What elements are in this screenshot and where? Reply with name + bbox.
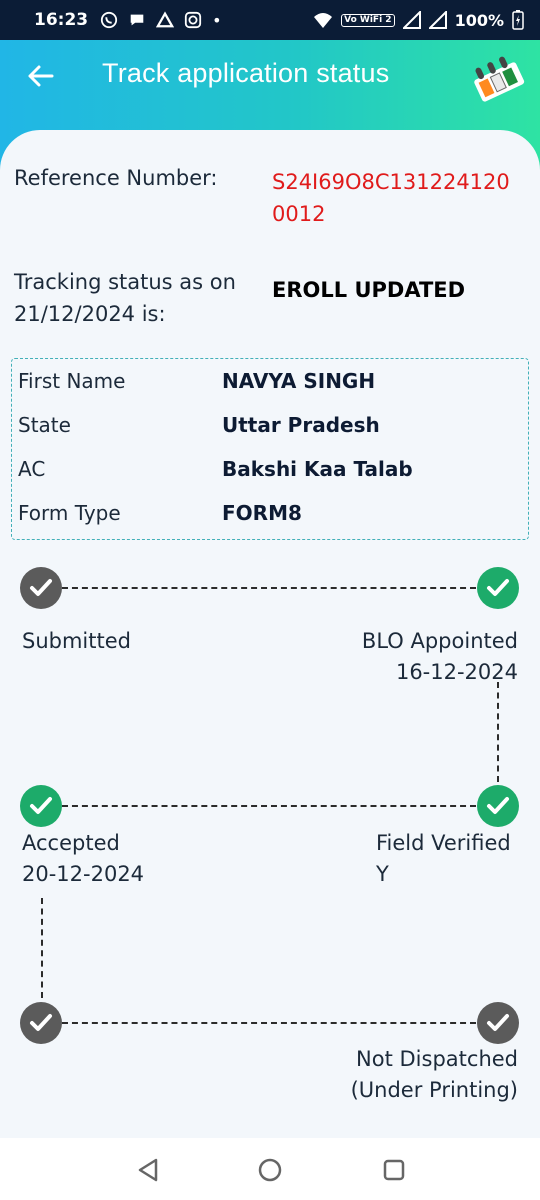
battery-percent: 100% [454, 10, 504, 30]
timeline-node-not-dispatched [477, 1002, 519, 1044]
check-icon [30, 579, 52, 596]
eci-logo-icon [474, 56, 525, 102]
check-icon [487, 1014, 509, 1031]
check-icon [487, 579, 509, 596]
detail-label: State [18, 413, 71, 437]
arrow-left-icon [28, 65, 54, 87]
reference-label: Reference Number: [14, 166, 218, 190]
instagram-icon [185, 11, 202, 29]
timeline-connector [62, 805, 476, 807]
detail-value: FORM8 [222, 501, 302, 525]
home-circle-icon[interactable] [256, 1156, 284, 1184]
timeline-label-accepted: Accepted 20-12-2024 [22, 828, 144, 890]
applicant-details-box: First Name NAVYA SINGH State Uttar Prade… [11, 358, 529, 540]
detail-value: Uttar Pradesh [222, 413, 380, 437]
more-dot-icon: • [212, 10, 222, 30]
app-a-icon [156, 11, 175, 28]
timeline-date: 20-12-2024 [22, 862, 145, 886]
detail-label: AC [18, 457, 46, 481]
timeline-title: BLO Appointed [361, 629, 518, 653]
timeline-label-blo-appointed: BLO Appointed 16-12-2024 [362, 626, 518, 688]
detail-value: Bakshi Kaa Talab [222, 457, 413, 481]
timeline-node-accepted [20, 785, 62, 827]
whatsapp-icon [101, 11, 118, 29]
detail-label: First Name [18, 369, 126, 393]
tracking-status-label: Tracking status as on 21/12/2024 is: [14, 270, 236, 326]
timeline-date: 16-12-2024 [395, 660, 518, 684]
status-bar: 16:23 • Vo WiFi 2 100% [0, 0, 540, 40]
timeline-connector-vertical [497, 682, 499, 782]
battery-charging-icon [512, 10, 524, 30]
detail-value: NAVYA SINGH [222, 369, 376, 393]
timeline-label-not-dispatched: Not Dispatched (Under Printing) [351, 1044, 518, 1106]
vowifi-badge: Vo WiFi 2 [341, 13, 395, 27]
recents-square-icon[interactable] [380, 1156, 408, 1184]
status-right: Vo WiFi 2 100% [313, 10, 524, 30]
timeline-connector [62, 1022, 476, 1024]
status-card: Reference Number: S24I69O8C131224120 001… [0, 130, 540, 1138]
check-icon [487, 797, 509, 814]
chat-icon [130, 14, 144, 26]
back-button[interactable] [22, 58, 58, 94]
reference-number: S24I69O8C131224120 0012 [272, 170, 510, 226]
signal-icon [402, 11, 421, 29]
check-icon [30, 1014, 52, 1031]
timeline-connector [62, 587, 476, 589]
timeline-label-field-verified: Field Verified Y [376, 828, 511, 890]
system-nav-bar [0, 1138, 540, 1200]
signal-icon-2 [428, 11, 447, 29]
timeline-node-5 [20, 1002, 62, 1044]
timeline-title: Accepted [22, 831, 120, 855]
timeline-connector-vertical [41, 898, 43, 998]
timeline-node-blo-appointed [477, 567, 519, 609]
tracking-status-value: EROLL UPDATED [272, 278, 466, 302]
status-time: 16:23 [34, 10, 89, 30]
timeline-title: Field Verified [376, 831, 511, 855]
timeline-value: Y [376, 862, 389, 886]
notification-icons: • [100, 10, 222, 30]
wifi-icon [314, 13, 333, 28]
timeline-node-field-verified [477, 785, 519, 827]
timeline-node-submitted [20, 567, 62, 609]
timeline-label-submitted: Submitted [22, 629, 131, 653]
back-triangle-icon[interactable] [134, 1156, 162, 1184]
timeline-subtitle: (Under Printing) [350, 1078, 518, 1102]
page-title: Track application status [102, 58, 390, 88]
timeline-title: Not Dispatched [356, 1047, 518, 1071]
check-icon [30, 797, 52, 814]
detail-label: Form Type [18, 501, 121, 525]
